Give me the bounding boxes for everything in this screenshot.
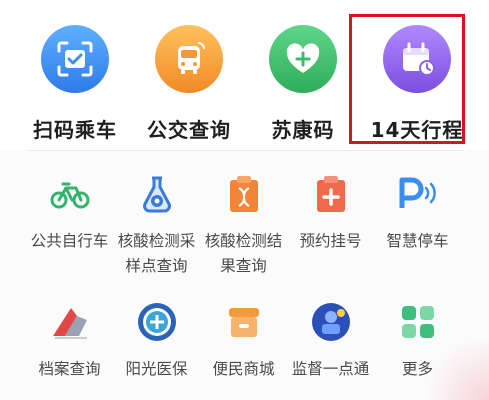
- bus-query-tile[interactable]: 公交查询: [136, 0, 242, 150]
- dna-clipboard-icon: [222, 172, 266, 216]
- supervision-icon: [309, 300, 353, 344]
- appointment-label: 预约挂号: [299, 232, 362, 250]
- public-bike-tile[interactable]: 公共自行车: [26, 172, 113, 279]
- bus-icon: [155, 25, 223, 93]
- archive-query-tile[interactable]: 档案查询: [26, 300, 113, 382]
- test-result-label: 核酸检测结 果查询: [204, 232, 283, 275]
- bus-query-label: 公交查询: [147, 118, 231, 142]
- parking-icon: [396, 172, 440, 216]
- medical-insurance-seal-icon: [135, 300, 179, 344]
- archive-query-label: 档案查询: [38, 360, 101, 378]
- smart-parking-tile[interactable]: 智慧停车: [374, 172, 461, 279]
- health-code-label: 苏康码: [271, 118, 335, 142]
- store-icon: [222, 300, 266, 344]
- health-code-tile[interactable]: 苏康码: [250, 0, 356, 150]
- bicycle-icon: [48, 172, 92, 216]
- section-divider: [26, 150, 463, 151]
- supervision-tile[interactable]: 监督一点通: [287, 300, 374, 382]
- test-site-label: 核酸检测采 样点查询: [117, 232, 196, 275]
- appointment-tile[interactable]: 预约挂号: [287, 172, 374, 279]
- supervision-label: 监督一点通: [291, 360, 370, 378]
- mall-label: 便民商城: [212, 360, 275, 378]
- scan-ride-label: 扫码乘车: [33, 118, 117, 142]
- medical-insurance-label: 阳光医保: [125, 360, 188, 378]
- services-row-1: 公共自行车 核酸检测采 样点查询 核酸检测结 果查询 预约挂号 智慧停车: [26, 172, 463, 279]
- test-site-tile[interactable]: 核酸检测采 样点查询: [113, 172, 200, 279]
- medical-cross-icon: [309, 172, 353, 216]
- health-code-heart-icon: [269, 25, 337, 93]
- flask-icon: [135, 172, 179, 216]
- services-row-2: 档案查询 阳光医保 便民商城 监督一点通 更多: [26, 300, 463, 382]
- archive-logo-icon: [48, 300, 92, 344]
- more-grid-icon: [396, 300, 440, 344]
- highlight-frame: [349, 14, 465, 144]
- scan-ride-tile[interactable]: 扫码乘车: [22, 0, 128, 150]
- test-result-tile[interactable]: 核酸检测结 果查询: [200, 172, 287, 279]
- smart-parking-label: 智慧停车: [386, 232, 449, 250]
- mall-tile[interactable]: 便民商城: [200, 300, 287, 382]
- corner-decoration: [419, 340, 489, 400]
- scan-qr-icon: [41, 25, 109, 93]
- medical-insurance-tile[interactable]: 阳光医保: [113, 300, 200, 382]
- public-bike-label: 公共自行车: [30, 232, 109, 250]
